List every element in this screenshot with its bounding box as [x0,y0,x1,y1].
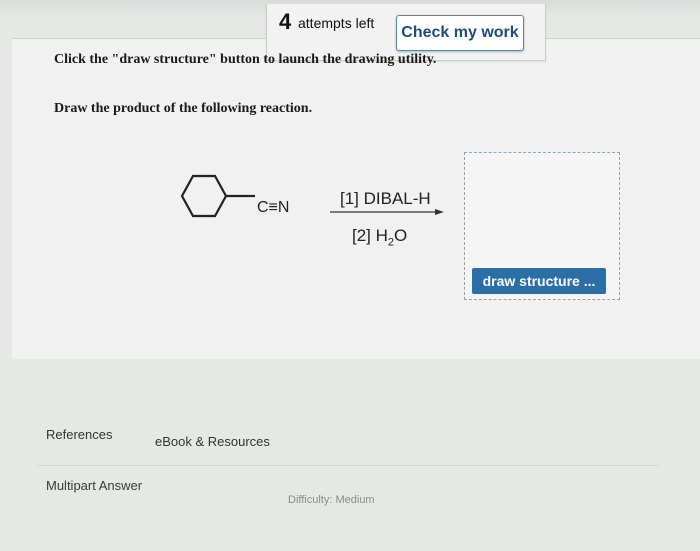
draw-structure-button[interactable]: draw structure ... [472,268,606,294]
instruction-draw-product: Draw the product of the following reacti… [54,101,313,116]
ebook-resources-link[interactable]: eBook & Resources [155,434,270,449]
attempts-count: 4 [279,9,292,34]
difficulty-label: Difficulty: Medium [288,494,375,506]
reaction-scheme [180,174,444,218]
cyclohexane-ring [180,174,228,218]
instruction-launch-utility: Click the "draw structure" button to lau… [54,52,437,67]
reaction-arrowhead [435,209,444,215]
nitrile-group-label: C≡N [257,199,290,216]
reagent-step-1: [1] DIBAL-H [340,189,431,208]
check-my-work-button[interactable]: Check my work [396,15,524,51]
reagent-step-2: [2] H2O [352,226,408,249]
attempts-label: attempts left [298,15,375,31]
multipart-answer-label: Multipart Answer [46,478,143,493]
footer-divider [38,465,658,466]
references-link[interactable]: References [46,427,112,442]
